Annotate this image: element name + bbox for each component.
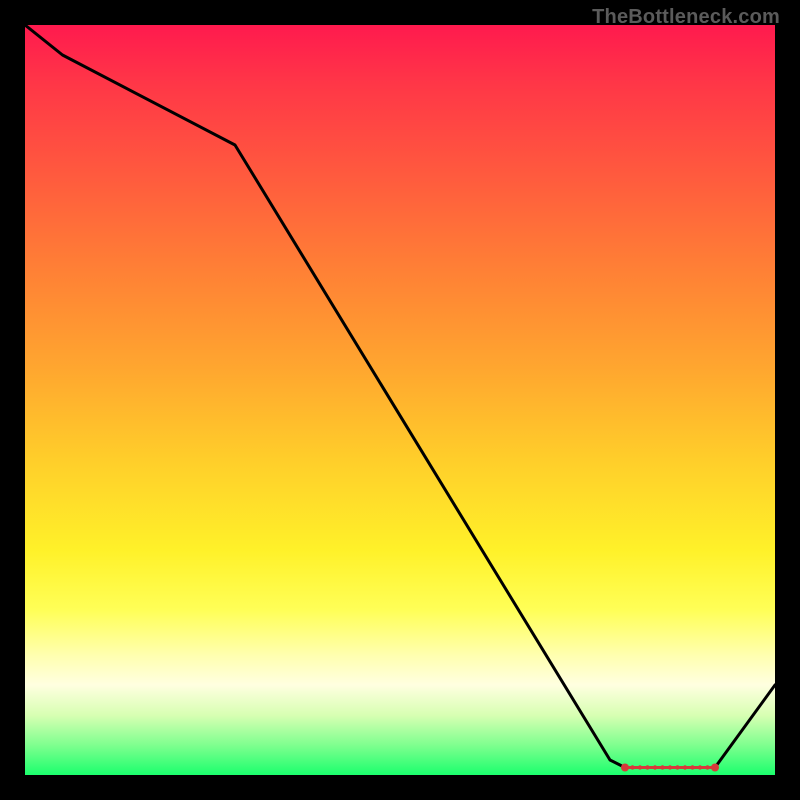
watermark-text: TheBottleneck.com xyxy=(592,6,780,29)
optimal-marker xyxy=(711,764,719,772)
chart-container: TheBottleneck.com xyxy=(0,0,800,800)
bottleneck-curve xyxy=(25,25,775,768)
chart-overlay xyxy=(25,25,775,775)
plot-area xyxy=(25,25,775,775)
optimal-band xyxy=(621,764,719,772)
